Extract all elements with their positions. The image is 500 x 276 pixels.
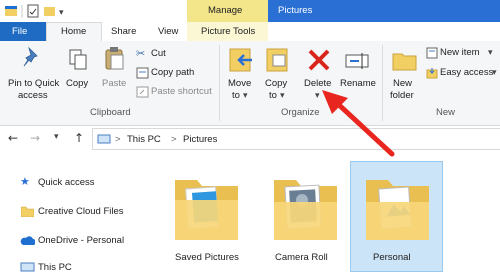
nav-item-onedrive[interactable]: OneDrive - Personal — [20, 233, 148, 249]
move-to-button[interactable]: Move to ▾ — [224, 44, 258, 104]
clipboard-group-label: Clipboard — [90, 107, 131, 118]
new-item-label: New item — [440, 47, 480, 58]
context-tab-manage: Manage — [187, 0, 268, 22]
recent-locations-icon[interactable]: ▾ — [54, 132, 59, 142]
quick-access-toolbar: ▾ — [5, 4, 64, 18]
copy-label: Copy — [66, 78, 89, 89]
folder-label: Saved Pictures — [175, 252, 239, 263]
copy-path-button[interactable]: Copy path — [134, 66, 214, 80]
pin-to-quick-access-button[interactable]: Pin to Quick access — [4, 44, 60, 104]
tab-home[interactable]: Home — [46, 22, 102, 42]
annotation-arrow — [322, 90, 395, 157]
paste-shortcut-icon — [136, 86, 149, 98]
tab-home-label: Home — [61, 26, 87, 37]
paste-label: Paste — [102, 78, 127, 89]
nav-item-label: Creative Cloud Files — [38, 206, 124, 217]
folder-camera-roll[interactable]: Camera Roll — [262, 166, 348, 270]
nav-item-label: This PC — [38, 262, 72, 273]
new-folder-icon — [392, 53, 417, 71]
copy-icon — [69, 49, 87, 70]
nav-item-quick-access[interactable]: ★ Quick access — [20, 175, 148, 191]
paste-button[interactable]: Paste — [99, 44, 129, 104]
breadcrumb-this-pc[interactable]: This PC — [127, 134, 161, 145]
easy-access-button[interactable]: Easy access ▾ — [424, 66, 500, 80]
folder-icon — [366, 180, 429, 240]
delete-x-icon — [308, 49, 330, 71]
nav-item-creative-cloud[interactable]: Creative Cloud Files — [20, 204, 148, 220]
qat-dropdown-icon[interactable]: ▾ — [59, 8, 64, 18]
folder-saved-pictures[interactable]: Saved Pictures — [165, 166, 251, 270]
move-to-label-line2: to — [232, 90, 240, 101]
properties-icon[interactable] — [27, 4, 39, 18]
tab-file-label: File — [12, 26, 28, 37]
nav-item-this-pc[interactable]: This PC — [20, 260, 148, 276]
copy-button[interactable]: Copy — [64, 44, 92, 104]
scissors-icon: ✂ — [136, 47, 146, 60]
back-arrow-icon[interactable]: ← — [8, 131, 18, 145]
move-to-icon — [229, 48, 252, 72]
copy-to-label-line1: Copy — [265, 78, 288, 89]
new-item-button[interactable]: New item ▾ — [424, 46, 500, 60]
tab-file[interactable]: File — [0, 22, 46, 41]
move-to-dropdown-icon: ▾ — [243, 90, 248, 100]
tab-view[interactable]: View — [158, 26, 178, 37]
rename-icon — [345, 53, 369, 69]
explorer-icon — [5, 6, 17, 16]
paste-shortcut-label: Paste shortcut — [151, 86, 212, 97]
up-arrow-icon[interactable]: ↑ — [74, 131, 84, 145]
window-title: Pictures — [278, 5, 313, 16]
tab-share[interactable]: Share — [111, 26, 136, 37]
new-item-icon — [426, 47, 438, 59]
folder-icon — [21, 206, 34, 217]
pc-icon — [20, 262, 35, 272]
ribbon-separator — [219, 45, 220, 121]
copy-to-icon — [266, 48, 288, 72]
new-folder-icon[interactable] — [44, 7, 55, 16]
folder-label: Personal — [373, 252, 411, 263]
window-title-bar: Pictures — [268, 0, 500, 22]
pin-icon — [23, 46, 38, 67]
cloud-icon — [20, 236, 35, 245]
breadcrumb-pictures[interactable]: Pictures — [183, 134, 217, 145]
folder-label: Camera Roll — [275, 252, 328, 263]
pc-icon — [97, 134, 111, 144]
breadcrumb-separator: > — [115, 134, 121, 145]
nav-item-label: Quick access — [38, 177, 95, 188]
move-to-label-line1: Move — [228, 78, 252, 89]
easy-access-dropdown-icon: ▾ — [492, 67, 497, 77]
easy-access-icon — [426, 68, 438, 79]
cut-button[interactable]: ✂ Cut — [134, 47, 214, 61]
new-group-label: New — [436, 107, 456, 118]
copy-path-icon — [136, 67, 149, 79]
copy-to-dropdown-icon: ▾ — [280, 90, 285, 100]
paste-shortcut-button[interactable]: Paste shortcut — [134, 85, 216, 99]
breadcrumb-separator: > — [171, 134, 177, 145]
pin-label-line2: access — [18, 90, 48, 101]
copy-to-button[interactable]: Copy to ▾ — [261, 44, 295, 104]
nav-item-label: OneDrive - Personal — [38, 235, 125, 246]
easy-access-label: Easy access — [440, 67, 494, 78]
new-item-dropdown-icon: ▾ — [488, 47, 493, 57]
paste-icon — [105, 47, 124, 70]
address-bar[interactable]: > This PC > Pictures — [92, 128, 500, 150]
folder-icon — [274, 180, 337, 240]
star-icon: ★ — [20, 175, 30, 188]
folder-icon — [175, 180, 238, 240]
folder-personal[interactable]: Personal — [352, 166, 442, 270]
copy-to-label-line2: to — [269, 90, 277, 101]
context-tab-label: Manage — [208, 5, 243, 16]
organize-group-label: Organize — [281, 107, 320, 118]
copy-path-label: Copy path — [151, 67, 195, 78]
tab-picture-tools-label: Picture Tools — [201, 26, 256, 37]
cut-label: Cut — [151, 48, 166, 59]
forward-arrow-icon[interactable]: → — [30, 131, 40, 145]
pin-label-line1: Pin to Quick — [8, 78, 60, 89]
tab-picture-tools[interactable]: Picture Tools — [187, 22, 268, 41]
